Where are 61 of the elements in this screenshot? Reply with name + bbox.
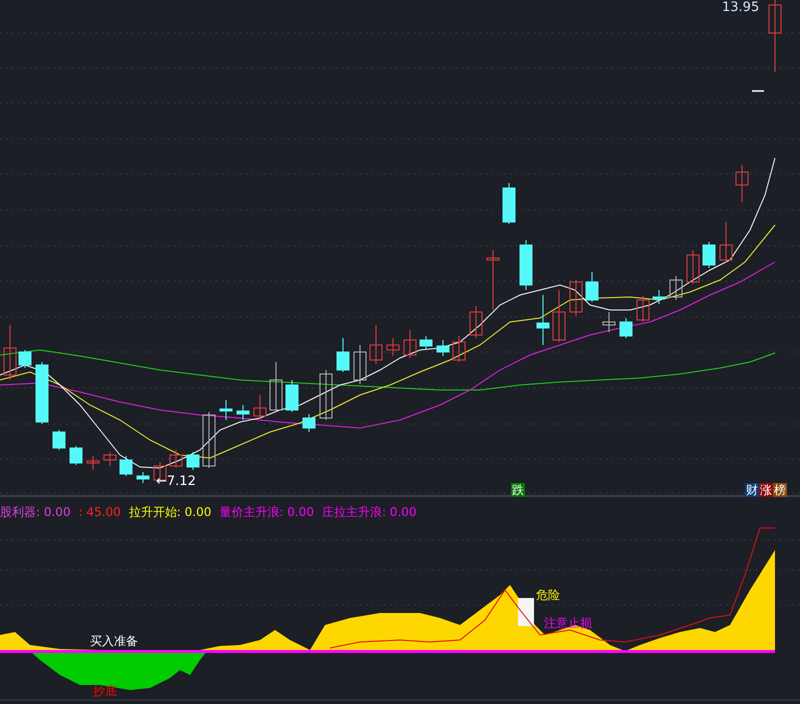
candlestick	[670, 276, 682, 300]
candlestick	[4, 324, 16, 380]
candlestick	[420, 336, 432, 350]
candlestick	[486, 250, 500, 310]
candlestick	[136, 472, 150, 484]
candlestick	[254, 394, 266, 418]
signal-bar	[518, 598, 534, 626]
candlestick	[586, 272, 598, 302]
candlestick	[520, 240, 532, 290]
candlestick	[502, 182, 516, 224]
candlestick	[570, 280, 582, 316]
candlestick	[202, 412, 216, 468]
candlestick	[354, 344, 366, 384]
candlestick	[336, 338, 350, 372]
candlestick	[120, 456, 132, 476]
indicator-legend-value: 拉升开始: 0.00	[128, 504, 212, 520]
candlestick	[552, 290, 566, 342]
candlestick	[436, 340, 450, 356]
candlestick	[270, 362, 282, 412]
candlestick	[86, 456, 100, 470]
indicator-legend-value: 庄拉主升浪: 0.00	[322, 504, 417, 520]
candlestick	[736, 164, 748, 202]
candlestick	[370, 324, 382, 364]
candlestick	[404, 330, 416, 358]
candlestick	[220, 400, 232, 420]
candlestick	[186, 452, 200, 470]
candlestick	[236, 404, 250, 420]
indicator-signal-label: 注意止损	[544, 616, 592, 630]
candlestick	[286, 380, 298, 412]
candlestick	[602, 312, 616, 332]
candlestick	[702, 242, 716, 268]
low-price-label: ←7.12	[156, 474, 196, 489]
signal-badge: 跌	[511, 483, 525, 497]
candlestick	[720, 222, 732, 262]
indicator-signal-label: 危险	[536, 588, 560, 602]
high-price-label: 13.95	[722, 0, 760, 15]
candlestick	[302, 414, 316, 432]
signal-badge: 涨	[759, 483, 773, 497]
indicator-legend-value: : 45.00	[78, 505, 121, 519]
candlestick	[320, 370, 332, 420]
candlestick	[52, 430, 66, 450]
candlestick	[686, 250, 700, 284]
candlestick	[104, 452, 116, 466]
candlestick	[620, 318, 632, 338]
candlestick	[636, 296, 650, 322]
candlestick	[470, 306, 482, 338]
signal-badge: 榜	[773, 483, 787, 497]
candlestick	[18, 350, 32, 368]
candlestick	[536, 294, 550, 346]
candlestick	[452, 336, 466, 362]
candlestick	[36, 362, 48, 424]
indicator-signal-label: 抄底	[93, 684, 117, 698]
candlestick	[70, 446, 82, 466]
price-marker	[752, 90, 764, 92]
indicator-legend-value: 量价主升浪: 0.00	[219, 504, 314, 520]
signal-badge: 财	[745, 483, 759, 497]
indicator-signal-label: 买入准备	[90, 634, 138, 648]
candlestick	[170, 450, 182, 468]
candlestick	[652, 290, 666, 304]
candlestick	[386, 338, 400, 356]
indicator-legend-value: 股利器: 0.00	[0, 504, 71, 520]
